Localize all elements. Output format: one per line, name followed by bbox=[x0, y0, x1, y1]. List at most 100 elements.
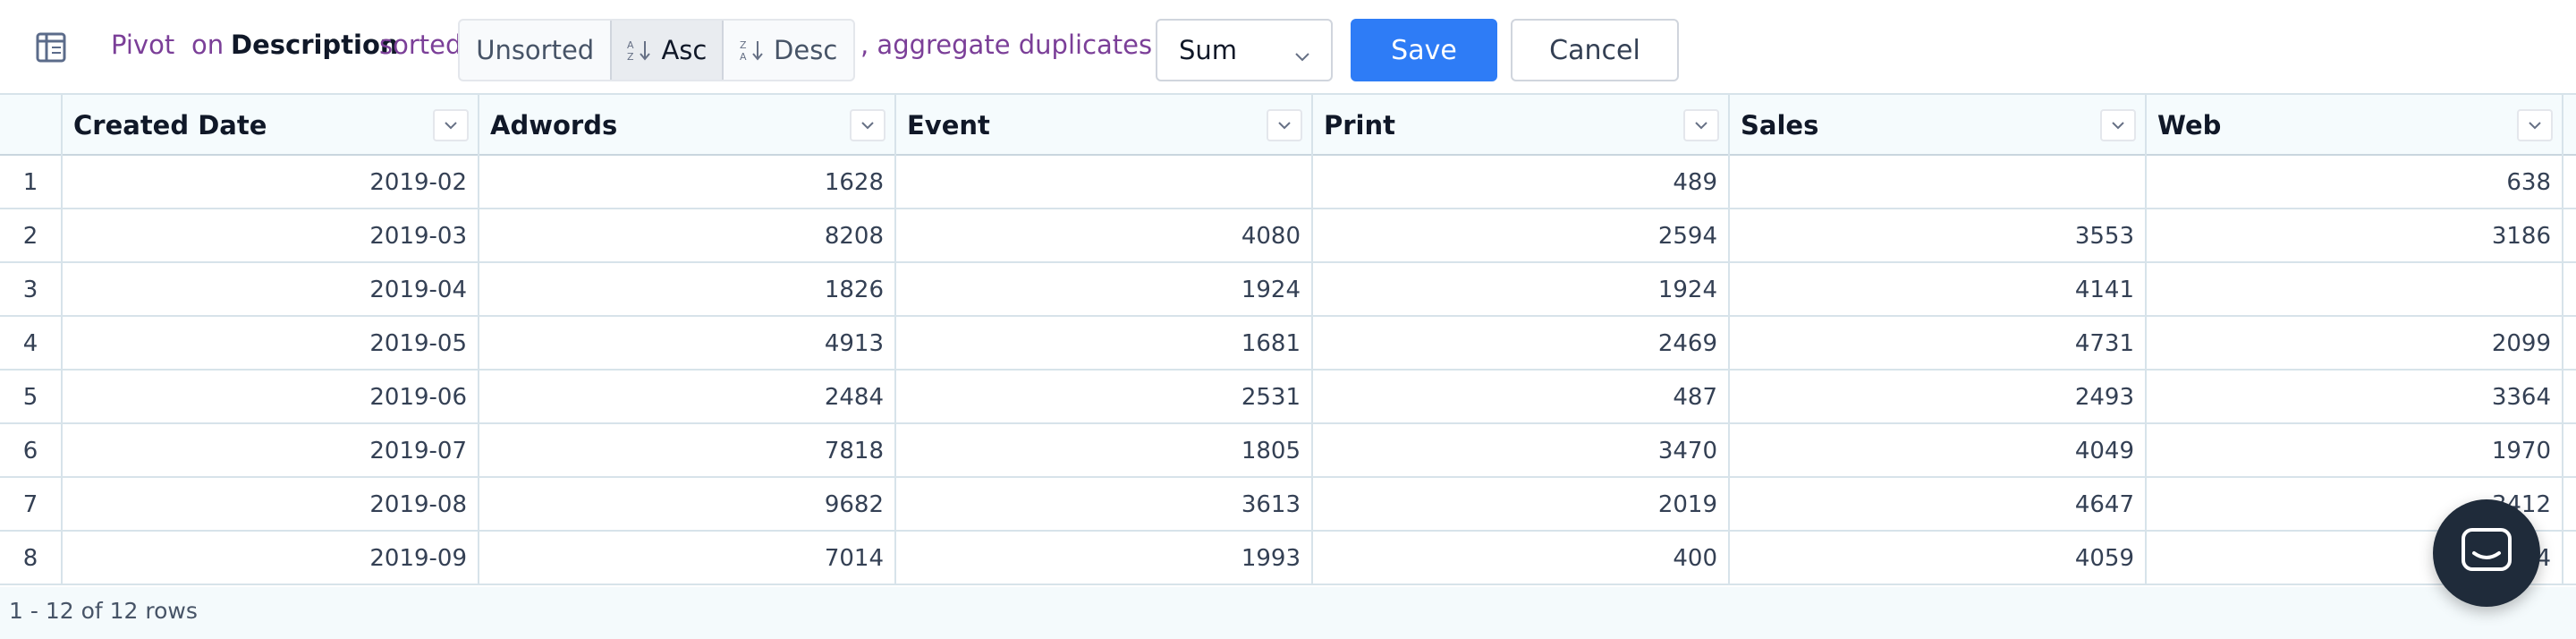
table-cell[interactable]: 2019 bbox=[1313, 478, 1730, 532]
table-row: 4 2019-05 4913 1681 2469 4731 2099 bbox=[0, 317, 2576, 371]
sort-asc-icon: A Z bbox=[627, 38, 654, 62]
table-cell[interactable]: 3613 bbox=[896, 478, 1313, 532]
table-cell[interactable]: 9682 bbox=[479, 478, 896, 532]
table-cell[interactable]: 4059 bbox=[1730, 532, 2147, 585]
column-menu-button[interactable] bbox=[1267, 109, 1302, 141]
column-header-adwords[interactable]: Adwords bbox=[479, 95, 896, 156]
table-row: 6 2019-07 7818 1805 3470 4049 1970 bbox=[0, 424, 2576, 478]
column-menu-button[interactable] bbox=[433, 109, 469, 141]
chevron-down-icon bbox=[445, 122, 457, 130]
pivot-toolbar: Pivot on Description sorted Unsorted A Z… bbox=[0, 0, 2576, 93]
svg-text:Z: Z bbox=[627, 51, 634, 62]
sort-desc-icon: Z A bbox=[740, 38, 767, 62]
column-menu-button[interactable] bbox=[850, 109, 886, 141]
table-cell[interactable]: 1681 bbox=[896, 317, 1313, 371]
table-cell[interactable]: 489 bbox=[1313, 156, 1730, 209]
table-cell[interactable]: 2019-02 bbox=[63, 156, 479, 209]
on-label: on bbox=[191, 30, 225, 60]
table-row: 1 2019-02 1628 489 638 bbox=[0, 156, 2576, 209]
table-cell[interactable] bbox=[896, 156, 1313, 209]
table-cell[interactable]: 2493 bbox=[1730, 371, 2147, 424]
table-cell[interactable]: 2019-05 bbox=[63, 317, 479, 371]
save-button[interactable]: Save bbox=[1351, 19, 1497, 81]
sort-unsorted-button[interactable]: Unsorted bbox=[460, 21, 610, 80]
table-cell[interactable]: 4049 bbox=[1730, 424, 2147, 478]
cancel-button[interactable]: Cancel bbox=[1511, 19, 1679, 81]
row-number: 8 bbox=[0, 532, 63, 585]
pivot-icon[interactable] bbox=[36, 32, 72, 64]
chevron-down-icon bbox=[1278, 122, 1291, 130]
table-cell[interactable]: 2469 bbox=[1313, 317, 1730, 371]
column-menu-button[interactable] bbox=[2100, 109, 2136, 141]
table-cell[interactable]: 2019-09 bbox=[63, 532, 479, 585]
table-cell[interactable]: 1805 bbox=[896, 424, 1313, 478]
chevron-down-icon bbox=[861, 122, 874, 130]
table-cell[interactable]: 7014 bbox=[479, 532, 896, 585]
chat-icon bbox=[2460, 526, 2513, 580]
chevron-down-icon bbox=[1293, 42, 1311, 62]
row-number: 2 bbox=[0, 209, 63, 263]
table-cell[interactable]: 1628 bbox=[479, 156, 896, 209]
table-row: 7 2019-08 9682 3613 2019 4647 3412 bbox=[0, 478, 2576, 532]
row-number: 6 bbox=[0, 424, 63, 478]
pivot-column-label[interactable]: Description bbox=[231, 27, 399, 63]
column-header-web[interactable]: Web bbox=[2147, 95, 2563, 156]
svg-text:A: A bbox=[740, 51, 747, 62]
table-cell[interactable] bbox=[1730, 156, 2147, 209]
data-grid: Created Date Adwords Event Print Sales W… bbox=[0, 93, 2576, 587]
pivot-label: Pivot bbox=[111, 30, 175, 60]
aggregate-label: , aggregate duplicates by bbox=[860, 30, 1192, 60]
table-cell[interactable]: 1970 bbox=[2147, 424, 2563, 478]
table-cell[interactable]: 638 bbox=[2147, 156, 2563, 209]
table-cell[interactable]: 2019-06 bbox=[63, 371, 479, 424]
table-cell[interactable]: 4913 bbox=[479, 317, 896, 371]
table-cell[interactable]: 2531 bbox=[896, 371, 1313, 424]
table-cell[interactable]: 487 bbox=[1313, 371, 1730, 424]
table-cell[interactable]: 2019-03 bbox=[63, 209, 479, 263]
chat-launcher-button[interactable] bbox=[2433, 499, 2540, 607]
column-header-sales[interactable]: Sales bbox=[1730, 95, 2147, 156]
table-cell[interactable]: 3553 bbox=[1730, 209, 2147, 263]
table-cell[interactable]: 4647 bbox=[1730, 478, 2147, 532]
aggregate-select-value: Sum bbox=[1179, 35, 1238, 65]
table-cell[interactable]: 8208 bbox=[479, 209, 896, 263]
table-cell[interactable]: 1993 bbox=[896, 532, 1313, 585]
sort-segmented-control: Unsorted A Z Asc Z A Desc bbox=[458, 19, 855, 81]
table-cell[interactable]: 7818 bbox=[479, 424, 896, 478]
table-cell[interactable]: 1826 bbox=[479, 263, 896, 317]
table-cell[interactable]: 3470 bbox=[1313, 424, 1730, 478]
table-cell[interactable]: 1924 bbox=[896, 263, 1313, 317]
table-cell[interactable]: 2594 bbox=[1313, 209, 1730, 263]
table-row: 82019-097014199340040593364 bbox=[0, 532, 2576, 585]
sort-asc-button[interactable]: A Z Asc bbox=[610, 21, 724, 80]
table-cell[interactable]: 2099 bbox=[2147, 317, 2563, 371]
row-number: 3 bbox=[0, 263, 63, 317]
column-header-print[interactable]: Print bbox=[1313, 95, 1730, 156]
chevron-down-icon bbox=[2529, 122, 2541, 130]
row-number: 5 bbox=[0, 371, 63, 424]
chevron-down-icon bbox=[1695, 122, 1707, 130]
table-cell[interactable]: 2484 bbox=[479, 371, 896, 424]
table-cell[interactable]: 3186 bbox=[2147, 209, 2563, 263]
table-cell[interactable]: 4731 bbox=[1730, 317, 2147, 371]
sort-desc-button[interactable]: Z A Desc bbox=[724, 21, 853, 80]
sorted-label: sorted bbox=[379, 30, 462, 60]
table-cell[interactable]: 2019-08 bbox=[63, 478, 479, 532]
row-count-label: 1 - 12 of 12 rows bbox=[9, 598, 198, 624]
column-menu-button[interactable] bbox=[2517, 109, 2553, 141]
table-cell[interactable]: 2019-04 bbox=[63, 263, 479, 317]
grid-header: Created Date Adwords Event Print Sales W… bbox=[0, 93, 2576, 156]
table-cell[interactable]: 4080 bbox=[896, 209, 1313, 263]
table-row: 5 2019-06 2484 2531 487 2493 3364 bbox=[0, 371, 2576, 424]
table-cell[interactable] bbox=[2147, 263, 2563, 317]
table-cell[interactable]: 4141 bbox=[1730, 263, 2147, 317]
row-number: 1 bbox=[0, 156, 63, 209]
table-cell[interactable]: 2019-07 bbox=[63, 424, 479, 478]
column-menu-button[interactable] bbox=[1683, 109, 1719, 141]
aggregate-select[interactable]: Sum bbox=[1156, 19, 1333, 81]
column-header-created-date[interactable]: Created Date bbox=[63, 95, 479, 156]
table-cell[interactable]: 400 bbox=[1313, 532, 1730, 585]
column-header-event[interactable]: Event bbox=[896, 95, 1313, 156]
table-cell[interactable]: 3364 bbox=[2147, 371, 2563, 424]
table-cell[interactable]: 1924 bbox=[1313, 263, 1730, 317]
